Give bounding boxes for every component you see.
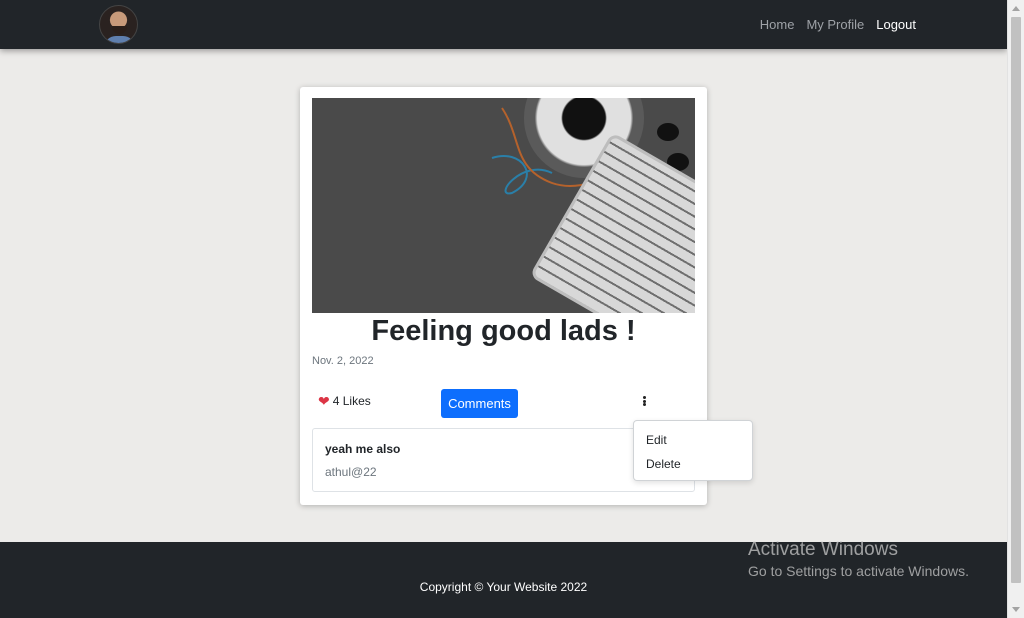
kebab-dot <box>642 403 646 406</box>
nav-links: Home My Profile Logout <box>760 17 916 32</box>
scroll-up-arrow-icon[interactable] <box>1012 6 1020 11</box>
more-options-icon[interactable] <box>640 393 648 409</box>
nav-logout-link[interactable]: Logout <box>876 17 916 32</box>
comment-text: yeah me also <box>325 442 401 456</box>
watermark-title: Activate Windows <box>748 539 898 560</box>
comment-user: athul@22 <box>325 465 377 479</box>
profile-avatar[interactable] <box>99 5 138 44</box>
nav-home-link[interactable]: Home <box>760 17 795 32</box>
comments-button[interactable]: Comments <box>441 389 518 418</box>
scrollbar-thumb[interactable] <box>1011 17 1021 583</box>
kebab-dot <box>642 396 646 399</box>
post-date: Nov. 2, 2022 <box>312 355 374 367</box>
likes-label: 4 Likes <box>332 394 371 408</box>
vertical-scrollbar[interactable] <box>1007 0 1024 618</box>
edit-menu-item[interactable]: Edit <box>634 428 752 452</box>
likes-button[interactable]: ❤ 4 Likes <box>318 394 371 408</box>
avatar-shirt <box>104 36 135 43</box>
activate-windows-watermark: Activate Windows Go to Settings to activ… <box>748 539 969 579</box>
options-dropdown: Edit Delete <box>633 420 753 481</box>
navbar: Home My Profile Logout <box>0 0 1007 49</box>
watermark-subtitle: Go to Settings to activate Windows. <box>748 563 969 579</box>
copyright-text: Copyright © Your Website 2022 <box>419 580 588 594</box>
delete-menu-item[interactable]: Delete <box>634 452 752 476</box>
scroll-down-arrow-icon[interactable] <box>1012 607 1020 612</box>
post-image <box>312 98 695 313</box>
nav-my-profile-link[interactable]: My Profile <box>806 17 864 32</box>
image-earbud <box>657 123 679 141</box>
heart-icon: ❤ <box>318 393 330 409</box>
post-title: Feeling good lads ! <box>371 315 636 347</box>
avatar-beard <box>112 26 127 34</box>
